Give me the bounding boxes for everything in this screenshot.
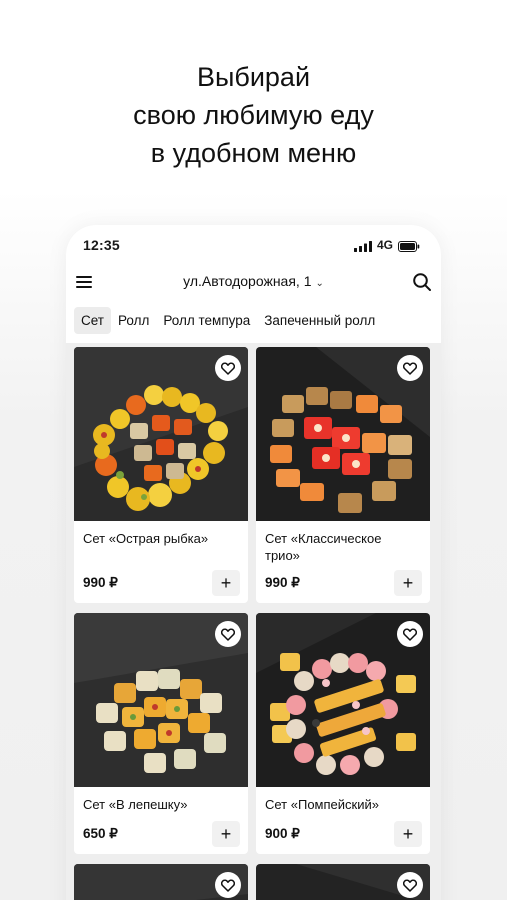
search-icon[interactable] xyxy=(412,272,432,292)
product-card[interactable] xyxy=(256,864,430,900)
phone-mockup: 12:35 4G ул.Автодорожная, 1 ⌄ Сет Ролл Р… xyxy=(66,225,441,900)
battery-icon xyxy=(398,241,420,252)
favorite-heart-icon[interactable] xyxy=(215,355,241,381)
product-price: 990 ₽ xyxy=(265,575,300,590)
favorite-heart-icon[interactable] xyxy=(397,355,423,381)
product-image xyxy=(256,613,430,787)
product-card[interactable]: Сет «Острая рыбка» 990 ₽ + xyxy=(74,347,248,603)
add-to-cart-button[interactable]: + xyxy=(212,570,240,596)
headline-line-3: в удобном меню xyxy=(150,138,357,168)
add-to-cart-button[interactable]: + xyxy=(212,821,240,847)
product-image xyxy=(74,613,248,787)
app-header: 12:35 4G ул.Автодорожная, 1 ⌄ Сет Ролл Р… xyxy=(66,225,441,343)
product-image xyxy=(256,864,430,900)
address-label: ул.Автодорожная, 1 xyxy=(183,273,312,289)
favorite-heart-icon[interactable] xyxy=(397,621,423,647)
tab-roll-tempura[interactable]: Ролл темпура xyxy=(156,307,257,334)
add-to-cart-button[interactable]: + xyxy=(394,570,422,596)
product-price: 990 ₽ xyxy=(83,575,118,590)
headline-line-1: Выбирай xyxy=(196,62,311,92)
product-name: Сет «Классическое трио» xyxy=(265,531,382,563)
tab-roll[interactable]: Ролл xyxy=(111,307,156,334)
product-image xyxy=(256,347,430,521)
favorite-heart-icon[interactable] xyxy=(397,872,423,898)
product-card[interactable]: Сет «Классическое трио» 990 ₽ + xyxy=(256,347,430,603)
headline-line-2: свою любимую еду xyxy=(133,100,374,130)
tab-baked-roll[interactable]: Запеченный ролл xyxy=(257,307,382,334)
product-price: 650 ₽ xyxy=(83,826,118,841)
product-name: Сет «В лепешку» xyxy=(83,797,188,812)
product-name: Сет «Острая рыбка» xyxy=(83,531,209,546)
promo-headline: Выбирай свою любимую еду в удобном меню xyxy=(0,58,507,172)
promo-screen: Выбирай свою любимую еду в удобном меню … xyxy=(0,0,507,900)
product-card[interactable]: Сет «В лепешку» 650 ₽ + xyxy=(74,613,248,854)
product-card[interactable] xyxy=(74,864,248,900)
nav-row: ул.Автодорожная, 1 ⌄ xyxy=(66,269,441,297)
category-tabs: Сет Ролл Ролл темпура Запеченный ролл xyxy=(74,307,382,335)
favorite-heart-icon[interactable] xyxy=(215,872,241,898)
product-card[interactable]: Сет «Помпейский» 900 ₽ + xyxy=(256,613,430,854)
chevron-down-icon: ⌄ xyxy=(315,278,324,289)
address-selector[interactable]: ул.Автодорожная, 1 ⌄ xyxy=(66,273,441,289)
tab-set[interactable]: Сет xyxy=(74,307,111,334)
signal-icon xyxy=(354,241,372,252)
status-time: 12:35 xyxy=(83,237,120,253)
network-type: 4G xyxy=(377,238,394,252)
product-name: Сет «Помпейский» xyxy=(265,797,379,812)
product-price: 900 ₽ xyxy=(265,826,300,841)
product-image xyxy=(74,864,248,900)
favorite-heart-icon[interactable] xyxy=(215,621,241,647)
status-bar: 12:35 4G xyxy=(66,237,441,257)
add-to-cart-button[interactable]: + xyxy=(394,821,422,847)
product-image xyxy=(74,347,248,521)
